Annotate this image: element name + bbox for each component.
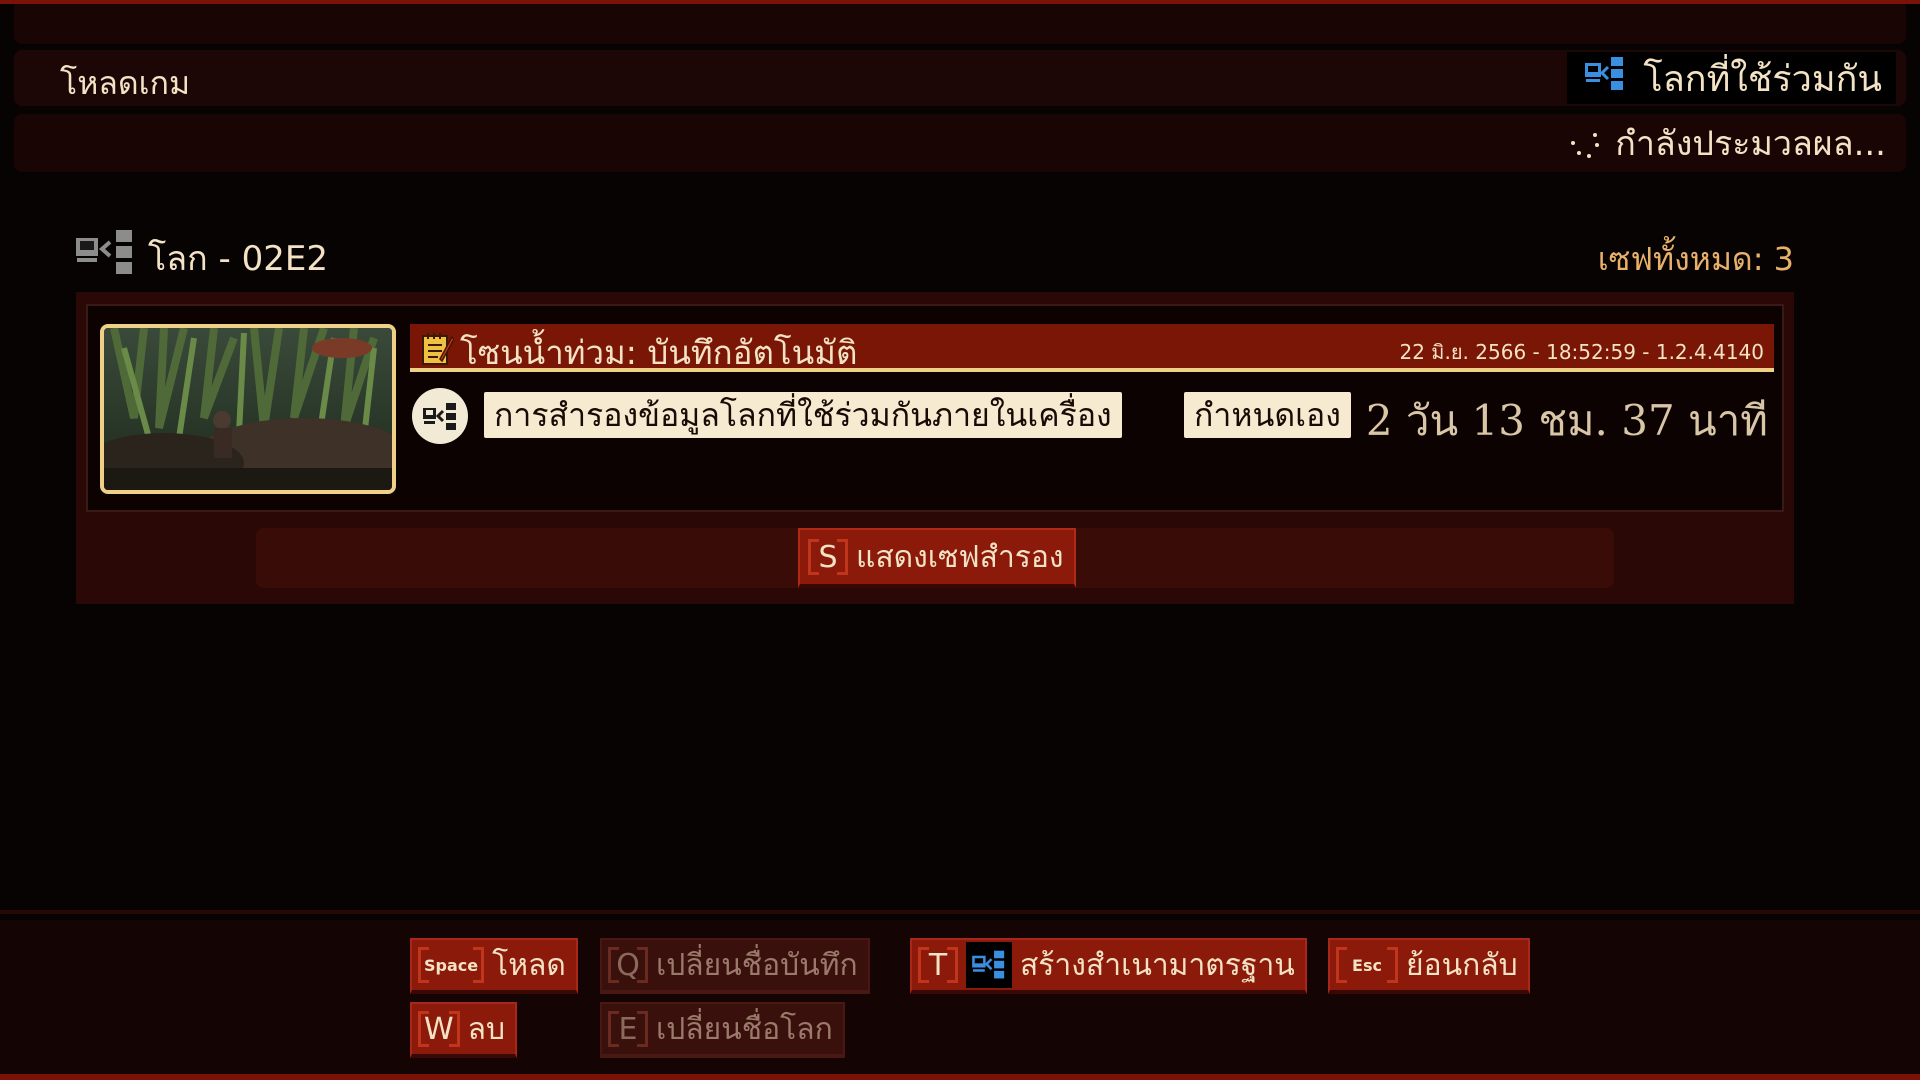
save-metadata: 22 มิ.ย. 2566 - 18:52:59 - 1.2.4.4140 bbox=[1399, 340, 1764, 364]
load-game-screen: โหลดเกม โลกที่ใช้ร่วมกัน กำลังประมวลผล..… bbox=[0, 0, 1920, 1080]
show-backups-label: แสดงเซฟสำรอง bbox=[856, 539, 1064, 575]
shared-world-icon bbox=[1583, 55, 1627, 102]
backup-row: S แสดงเซฟสำรอง bbox=[256, 528, 1614, 588]
show-backups-button[interactable]: S แสดงเซฟสำรอง bbox=[798, 528, 1076, 588]
shared-world-indicator: โลกที่ใช้ร่วมกัน bbox=[1567, 52, 1896, 104]
rename-world-button[interactable]: E เปลี่ยนชื่อโลก bbox=[600, 1002, 845, 1058]
action-bar: Space โหลด Q เปลี่ยนชื่อบันทึก T สร้างสำ… bbox=[0, 920, 1920, 1074]
save-count: เซฟทั้งหมด: 3 bbox=[1597, 240, 1794, 278]
save-name: โซนน้ำท่วม: บันทึกอัตโนมัติ bbox=[460, 333, 858, 372]
load-label: โหลด bbox=[492, 947, 566, 983]
world-row: โลก - 02E2 เซฟทั้งหมด: 3 bbox=[74, 228, 1794, 284]
backup-type-tag: การสำรองข้อมูลโลกที่ใช้ร่วมกันภายในเครื่… bbox=[484, 392, 1122, 438]
save-info-row: การสำรองข้อมูลโลกที่ใช้ร่วมกันภายในเครื่… bbox=[410, 384, 1774, 445]
save-header: โซนน้ำท่วม: บันทึกอัตโนมัติ 22 มิ.ย. 256… bbox=[410, 324, 1774, 372]
world-name: โลก - 02E2 bbox=[148, 238, 328, 279]
page-title: โหลดเกม bbox=[60, 64, 191, 102]
save-name-wrap: โซนน้ำท่วม: บันทึกอัตโนมัติ bbox=[420, 326, 857, 379]
save-entry[interactable]: โซนน้ำท่วม: บันทึกอัตโนมัติ 22 มิ.ย. 256… bbox=[86, 304, 1784, 512]
delete-button[interactable]: W ลบ bbox=[410, 1002, 518, 1058]
shared-world-icon bbox=[966, 942, 1012, 988]
back-label: ย้อนกลับ bbox=[1406, 947, 1518, 983]
key-hint-t: T bbox=[918, 943, 958, 987]
processing-status: กำลังประมวลผล... bbox=[1569, 114, 1886, 172]
delete-label: ลบ bbox=[467, 1011, 506, 1047]
load-button[interactable]: Space โหลด bbox=[410, 938, 578, 994]
bottom-border bbox=[0, 1074, 1920, 1080]
local-world-icon bbox=[74, 228, 136, 287]
bottom-divider bbox=[0, 910, 1920, 914]
save-thumbnail bbox=[100, 324, 396, 494]
local-world-icon bbox=[412, 388, 468, 444]
processing-text: กำลังประมวลผล... bbox=[1615, 124, 1886, 164]
back-button[interactable]: Esc ย้อนกลับ bbox=[1328, 938, 1530, 994]
make-standard-copy-button[interactable]: T สร้างสำเนามาตรฐาน bbox=[910, 938, 1307, 994]
loading-spinner-icon bbox=[1569, 127, 1601, 159]
key-hint-w: W bbox=[418, 1007, 460, 1051]
rename-world-label: เปลี่ยนชื่อโลก bbox=[656, 1011, 833, 1047]
key-hint-q: Q bbox=[608, 943, 648, 987]
rename-save-button[interactable]: Q เปลี่ยนชื่อบันทึก bbox=[600, 938, 870, 994]
rename-save-label: เปลี่ยนชื่อบันทึก bbox=[656, 947, 858, 983]
notepad-icon bbox=[420, 331, 455, 375]
top-strip bbox=[14, 4, 1906, 44]
key-hint-space: Space bbox=[418, 943, 485, 987]
shared-world-label: โลกที่ใช้ร่วมกัน bbox=[1643, 58, 1882, 100]
world-title: โลก - 02E2 bbox=[74, 228, 328, 287]
key-hint-e: E bbox=[608, 1007, 648, 1051]
status-bar: กำลังประมวลผล... bbox=[14, 114, 1906, 172]
make-standard-copy-label: สร้างสำเนามาตรฐาน bbox=[1020, 947, 1295, 983]
saves-panel: โซนน้ำท่วม: บันทึกอัตโนมัติ 22 มิ.ย. 256… bbox=[76, 292, 1794, 604]
key-hint-s: S bbox=[808, 535, 848, 579]
custom-tag: กำหนดเอง bbox=[1184, 392, 1351, 438]
key-hint-esc: Esc bbox=[1336, 943, 1398, 987]
header-bar: โหลดเกม โลกที่ใช้ร่วมกัน bbox=[14, 50, 1906, 106]
playtime: 2 วัน 13 ชม. 37 นาที bbox=[1365, 396, 1768, 445]
